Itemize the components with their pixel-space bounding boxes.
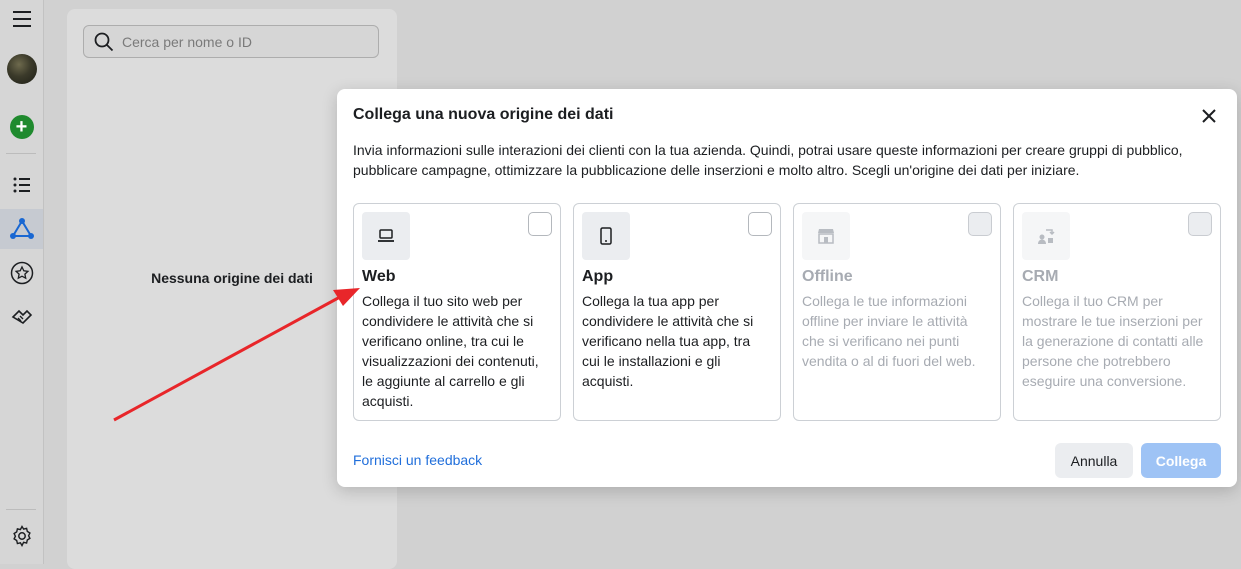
dialog-description: Invia informazioni sulle interazioni dei…	[353, 142, 1183, 178]
search-box[interactable]	[83, 25, 379, 58]
source-card-offline: Offline Collega le tue informazioni offl…	[793, 203, 1001, 421]
connect-data-source-dialog: Collega una nuova origine dei dati Invia…	[337, 89, 1237, 487]
settings-icon[interactable]	[0, 523, 43, 549]
close-button[interactable]	[1197, 104, 1221, 128]
card-description: Collega il tuo CRM per mostrare le tue i…	[1022, 293, 1204, 389]
store-icon	[802, 212, 850, 260]
search-icon	[94, 32, 114, 51]
star-icon[interactable]	[0, 260, 43, 286]
phone-icon	[582, 212, 630, 260]
avatar	[6, 54, 37, 84]
left-nav-rail: +	[0, 0, 44, 564]
crm-checkbox	[1188, 212, 1212, 236]
app-checkbox[interactable]	[748, 212, 772, 236]
card-description: Collega il tuo sito web per condividere …	[362, 293, 539, 409]
source-card-app[interactable]: App Collega la tua app per condividere l…	[573, 203, 781, 421]
profile-avatar[interactable]	[0, 53, 43, 85]
source-card-web[interactable]: Web Collega il tuo sito web per condivid…	[353, 203, 561, 421]
web-checkbox[interactable]	[528, 212, 552, 236]
card-title: App	[582, 268, 614, 285]
crm-icon	[1022, 212, 1070, 260]
close-icon	[1202, 109, 1216, 123]
card-title: Offline	[802, 268, 853, 285]
card-title: Web	[362, 268, 396, 285]
connect-button[interactable]: Collega	[1141, 443, 1221, 478]
card-description: Collega le tue informazioni offline per …	[802, 293, 976, 369]
handshake-icon[interactable]	[0, 304, 43, 330]
list-icon[interactable]	[0, 173, 43, 197]
rail-divider	[6, 509, 36, 510]
card-description: Collega la tua app per condividere le at…	[582, 293, 754, 389]
add-icon: +	[9, 115, 34, 139]
cancel-button[interactable]: Annulla	[1055, 443, 1133, 478]
laptop-icon	[362, 212, 410, 260]
source-card-crm: CRM Collega il tuo CRM per mostrare le t…	[1013, 203, 1221, 421]
menu-icon[interactable]	[0, 6, 43, 32]
search-input[interactable]	[120, 32, 364, 51]
offline-checkbox	[968, 212, 992, 236]
card-title: CRM	[1022, 268, 1059, 285]
data-sources-icon[interactable]	[0, 209, 43, 249]
rail-divider	[6, 153, 36, 154]
dialog-title: Collega una nuova origine dei dati	[353, 106, 614, 123]
feedback-link[interactable]: Fornisci un feedback	[353, 452, 482, 468]
add-button[interactable]: +	[0, 114, 43, 140]
